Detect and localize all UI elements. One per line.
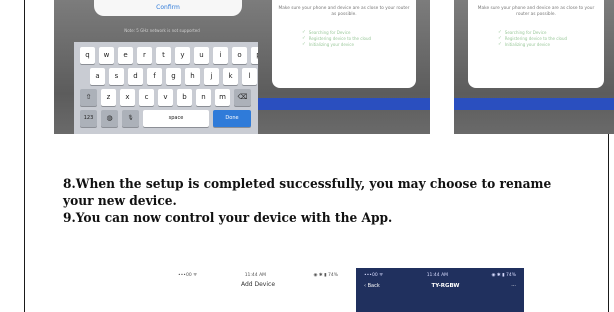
connecting-screenshot-1: Make sure your phone and device are as c…: [258, 0, 430, 134]
connecting-card: Make sure your phone and device are as c…: [272, 0, 416, 88]
battery-status: ◉ ✱ ▮ 74%: [313, 272, 338, 278]
check-icon: ✓: [498, 42, 502, 47]
step-8-line-1: 8.When the setup is completed successful…: [63, 177, 552, 192]
status-bar: •••00 ᯤ 11:44 AM ◉ ✱ ▮ 74%: [356, 268, 524, 279]
key[interactable]: k: [223, 68, 238, 85]
key[interactable]: i: [213, 47, 228, 64]
add-device-screenshot: •••00 ᯤ 11:44 AM ◉ ✱ ▮ 74% Add Device: [170, 268, 346, 312]
carrier-signal: •••00 ᯤ: [364, 273, 384, 278]
keyboard-row-4: 123 ◍ 🎙 space Done: [80, 110, 266, 127]
device-title: TY-RGBW: [431, 283, 460, 289]
progress-step: ✓ Initializing your device: [302, 42, 354, 47]
key[interactable]: l: [242, 68, 257, 85]
connecting-instructions: Make sure your phone and device are as c…: [477, 6, 595, 17]
key[interactable]: n: [196, 89, 211, 106]
numbers-key[interactable]: 123: [80, 110, 97, 127]
key[interactable]: c: [139, 89, 154, 106]
status-time: 11:44 AM: [426, 272, 449, 278]
step-8-line-2: your new device.: [63, 194, 177, 209]
key[interactable]: b: [177, 89, 192, 106]
step-9: 9.You can now control your device with t…: [63, 211, 393, 226]
progress-steps: ✓ Searching for Device ✓ Registering devic…: [302, 30, 371, 48]
connecting-card: Make sure your phone and device are as c…: [468, 0, 604, 88]
progress-step: ✓ Initializing your device: [498, 42, 550, 47]
key[interactable]: w: [99, 47, 114, 64]
check-icon: ✓: [302, 42, 306, 47]
panel-header: ‹ Back TY-RGBW ···: [356, 279, 524, 293]
key[interactable]: e: [118, 47, 133, 64]
globe-icon[interactable]: ◍: [101, 110, 118, 127]
key[interactable]: u: [194, 47, 209, 64]
more-icon[interactable]: ···: [511, 283, 516, 289]
keyboard-row-1: q w e r t y u i o p: [80, 47, 266, 64]
instruction-text: 8.When the setup is completed successful…: [63, 176, 571, 227]
key[interactable]: g: [166, 68, 181, 85]
done-key[interactable]: Done: [213, 110, 251, 127]
shift-icon[interactable]: ⇧: [80, 89, 97, 106]
key[interactable]: s: [109, 68, 124, 85]
status-bar: •••00 ᯤ 11:44 AM ◉ ✱ ▮ 74%: [170, 268, 346, 279]
key[interactable]: y: [175, 47, 190, 64]
space-key[interactable]: space: [143, 110, 209, 127]
progress-steps: ✓ Searching for Device ✓ Registering devic…: [498, 30, 567, 48]
back-button[interactable]: ‹ Back: [364, 283, 380, 289]
key[interactable]: m: [215, 89, 230, 106]
network-hint: Note: 5 GHz network is not supported: [124, 28, 200, 33]
key[interactable]: a: [90, 68, 105, 85]
key[interactable]: r: [137, 47, 152, 64]
key[interactable]: t: [156, 47, 171, 64]
connecting-instructions: Make sure your phone and device are as c…: [278, 6, 410, 17]
keyboard-screenshot: Confirm Note: 5 GHz network is not suppo…: [54, 0, 270, 134]
key[interactable]: j: [204, 68, 219, 85]
key[interactable]: z: [101, 89, 116, 106]
key[interactable]: q: [80, 47, 95, 64]
carrier-signal: •••00 ᯤ: [178, 273, 198, 278]
delete-icon[interactable]: ⌫: [234, 89, 251, 106]
status-time: 11:44 AM: [244, 272, 267, 278]
keyboard-row-2: a s d f g h j k l: [80, 68, 266, 85]
key[interactable]: o: [232, 47, 247, 64]
microphone-icon[interactable]: 🎙: [122, 110, 139, 127]
key[interactable]: v: [158, 89, 173, 106]
progress-bar: [454, 98, 614, 110]
onscreen-keyboard: q w e r t y u i o p a s d f g h j k l ⇧ …: [74, 42, 270, 134]
key[interactable]: x: [120, 89, 135, 106]
device-panel-screenshot: •••00 ᯤ 11:44 AM ◉ ✱ ▮ 74% ‹ Back TY-RGB…: [356, 268, 524, 312]
key[interactable]: f: [147, 68, 162, 85]
key[interactable]: d: [128, 68, 143, 85]
confirm-button[interactable]: Confirm: [94, 0, 242, 16]
key[interactable]: h: [185, 68, 200, 85]
connecting-screenshot-2: Make sure your phone and device are as c…: [454, 0, 614, 134]
keyboard-row-3: ⇧ z x c v b n m ⌫: [80, 89, 266, 106]
battery-status: ◉ ✱ ▮ 74%: [491, 272, 516, 278]
screen-title: Add Device: [240, 281, 276, 288]
progress-bar: [258, 98, 430, 110]
